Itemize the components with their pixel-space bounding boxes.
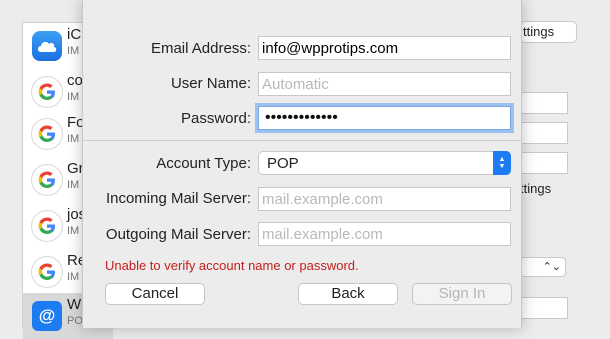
google-icon bbox=[32, 165, 62, 195]
account-type-popup[interactable]: POP ▲ ▼ bbox=[258, 151, 511, 175]
username-label: User Name: bbox=[170, 75, 251, 92]
chevron-updown-icon: ▲ ▼ bbox=[493, 151, 511, 175]
google-icon bbox=[32, 119, 62, 149]
mail-icon: @ bbox=[32, 301, 62, 331]
bg-field[interactable] bbox=[520, 92, 568, 114]
settings-label: ttings bbox=[520, 181, 552, 196]
password-input[interactable]: ••••••••••••• bbox=[265, 109, 338, 127]
account-type: PO bbox=[67, 315, 83, 327]
icloud-icon bbox=[32, 31, 62, 61]
username-field[interactable] bbox=[258, 72, 511, 96]
incoming-server-input[interactable] bbox=[262, 191, 507, 208]
outgoing-server-input[interactable] bbox=[262, 226, 507, 243]
chevron-updown-icon: ⌃⌄ bbox=[542, 261, 561, 273]
google-icon bbox=[32, 77, 62, 107]
account-type: IM bbox=[67, 271, 80, 283]
password-field[interactable]: ••••••••••••• bbox=[258, 106, 511, 130]
email-label: Email Address: bbox=[150, 40, 251, 57]
account-type-label: Account Type: bbox=[156, 155, 251, 172]
bg-field[interactable] bbox=[520, 152, 568, 174]
sign-in-button[interactable]: Sign In bbox=[412, 283, 512, 305]
email-input[interactable] bbox=[262, 40, 507, 57]
account-type: IM bbox=[67, 91, 80, 103]
incoming-server-field[interactable] bbox=[258, 187, 511, 211]
cancel-button[interactable]: Cancel bbox=[105, 283, 205, 305]
account-type: IM bbox=[67, 225, 80, 237]
outgoing-server-field[interactable] bbox=[258, 222, 511, 246]
back-button[interactable]: Back bbox=[298, 283, 398, 305]
settings-button[interactable]: ttings bbox=[520, 21, 577, 43]
bg-select[interactable]: ⌃⌄ bbox=[520, 257, 566, 277]
divider bbox=[83, 140, 521, 141]
account-type-value: POP bbox=[267, 155, 299, 172]
outgoing-server-label: Outgoing Mail Server: bbox=[105, 226, 251, 243]
email-field[interactable] bbox=[258, 36, 511, 60]
google-icon bbox=[32, 257, 62, 287]
incoming-server-label: Incoming Mail Server: bbox=[105, 190, 251, 207]
username-input[interactable] bbox=[262, 76, 507, 93]
account-type: IM bbox=[67, 133, 80, 145]
bg-field[interactable] bbox=[520, 122, 568, 144]
account-type: IM bbox=[67, 179, 80, 191]
bg-field[interactable] bbox=[520, 297, 568, 319]
error-message: Unable to verify account name or passwor… bbox=[105, 258, 359, 273]
account-name: co bbox=[67, 72, 83, 89]
account-setup-sheet: Email Address: User Name: Password: ••••… bbox=[82, 0, 522, 328]
account-type: IM bbox=[67, 45, 80, 57]
password-label: Password: bbox=[180, 110, 251, 127]
google-icon bbox=[32, 211, 62, 241]
